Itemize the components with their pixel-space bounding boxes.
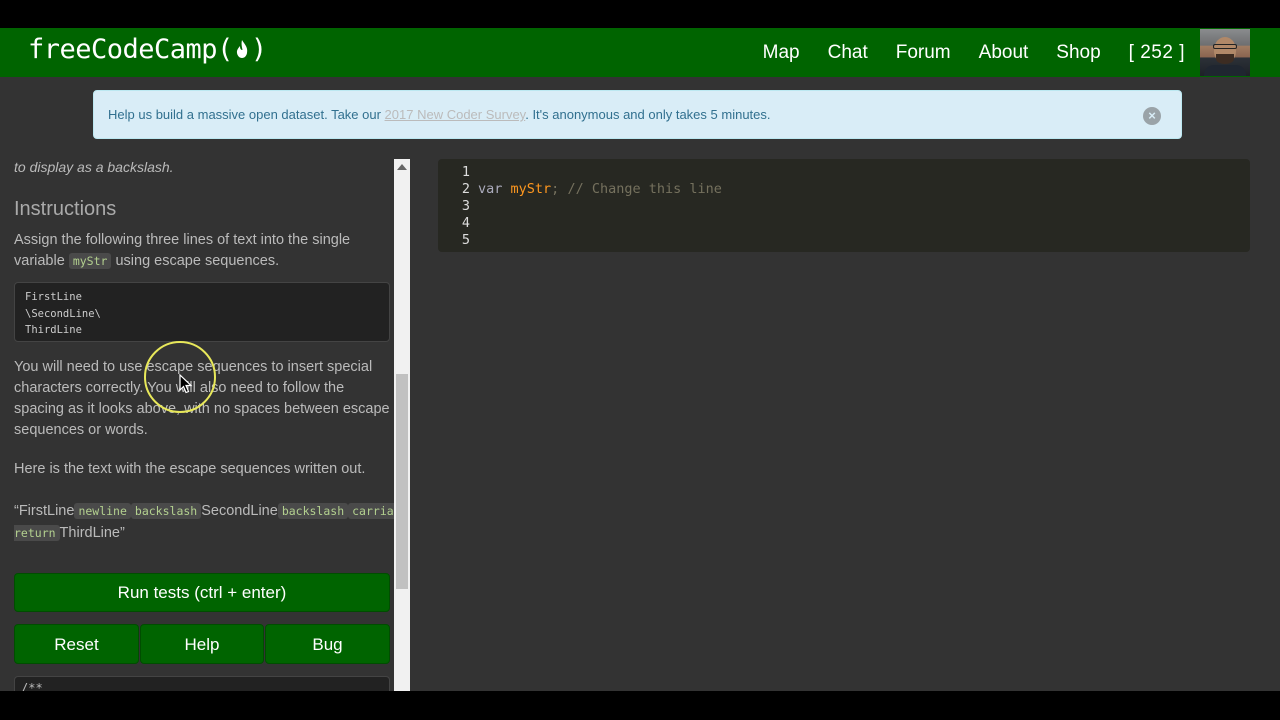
editor-code-line[interactable]: var myStr; // Change this line	[478, 181, 722, 197]
nav-shop[interactable]: Shop	[1056, 42, 1100, 64]
code-comment: // Change this line	[567, 181, 722, 197]
identifier-mystr: myStr	[510, 181, 552, 197]
navbar: freeCodeCamp() Map Chat Forum About Shop…	[0, 28, 1280, 77]
code-editor[interactable]: 1 2 3 4 5 var myStr; // Change this line	[438, 159, 1250, 252]
alert-text-before: Help us build a massive open dataset. Ta…	[108, 107, 385, 122]
scroll-up-icon[interactable]	[397, 164, 407, 170]
text-firstline: “FirstLine	[14, 503, 75, 519]
reset-button[interactable]: Reset	[14, 624, 139, 664]
help-button[interactable]: Help	[140, 624, 264, 664]
line-number: 1	[461, 164, 470, 180]
logo[interactable]: freeCodeCamp()	[28, 34, 267, 65]
example-code-block: FirstLine \SecondLine\ ThirdLine	[14, 282, 390, 342]
text-thirdline: ThirdLine”	[59, 525, 125, 541]
inline-code-newline: newline	[74, 503, 131, 519]
nav-links: Map Chat Forum About Shop [ 252 ]	[735, 28, 1280, 77]
code-line-1: FirstLine	[25, 291, 82, 303]
bottom-code-snippet: /**	[14, 676, 390, 691]
inline-code-backslash: backslash	[130, 503, 202, 519]
written-out-paragraph: Here is the text with the escape sequenc…	[14, 461, 366, 477]
points-counter[interactable]: [ 252 ]	[1129, 42, 1185, 64]
app-frame: freeCodeCamp() Map Chat Forum About Shop…	[0, 28, 1280, 691]
scroll-thumb[interactable]	[396, 374, 408, 589]
survey-link[interactable]: 2017 New Coder Survey	[385, 107, 526, 122]
instructions-heading: Instructions	[14, 198, 117, 220]
code-line-3: ThirdLine	[25, 324, 82, 336]
escape-sequence-paragraph: “FirstLine newline backslash SecondLine back…	[14, 500, 410, 544]
inline-code-backslash-2: backslash	[277, 503, 349, 519]
nav-chat[interactable]: Chat	[828, 42, 868, 64]
keyword-var: var	[478, 181, 503, 197]
alert-text-after: . It's anonymous and only takes 5 minute…	[525, 107, 771, 122]
lesson-scrollbar[interactable]	[394, 159, 410, 691]
inline-code-mystr: myStr	[68, 253, 112, 269]
nav-about[interactable]: About	[979, 42, 1029, 64]
lesson-panel: to display as a backslash. Instructions …	[0, 159, 410, 691]
logo-text: freeCodeCamp(	[28, 34, 233, 65]
line-number: 5	[461, 232, 470, 248]
line-number: 4	[461, 215, 470, 231]
close-icon[interactable]: ×	[1143, 107, 1161, 125]
text-secondline: SecondLine	[201, 503, 278, 519]
escape-paragraph: You will need to use escape sequences to…	[14, 359, 390, 438]
logo-close: )	[250, 34, 267, 65]
flame-icon	[236, 40, 248, 58]
alert-text: Help us build a massive open dataset. Ta…	[108, 107, 771, 122]
nav-forum[interactable]: Forum	[896, 42, 951, 64]
bug-button[interactable]: Bug	[265, 624, 390, 664]
line-number: 3	[461, 198, 470, 214]
survey-alert: Help us build a massive open dataset. Ta…	[93, 90, 1182, 139]
line-number: 2	[461, 181, 470, 197]
code-line-2: \SecondLine\	[25, 307, 101, 320]
run-tests-button[interactable]: Run tests (ctrl + enter)	[14, 573, 390, 612]
assign-paragraph: Assign the following three lines of text…	[14, 230, 384, 272]
assign-text-b: using escape sequences.	[111, 253, 280, 269]
semicolon: ;	[551, 181, 560, 197]
nav-map[interactable]: Map	[763, 42, 800, 64]
avatar[interactable]	[1200, 29, 1250, 76]
lesson-partial-line: to display as a backslash.	[14, 159, 174, 175]
